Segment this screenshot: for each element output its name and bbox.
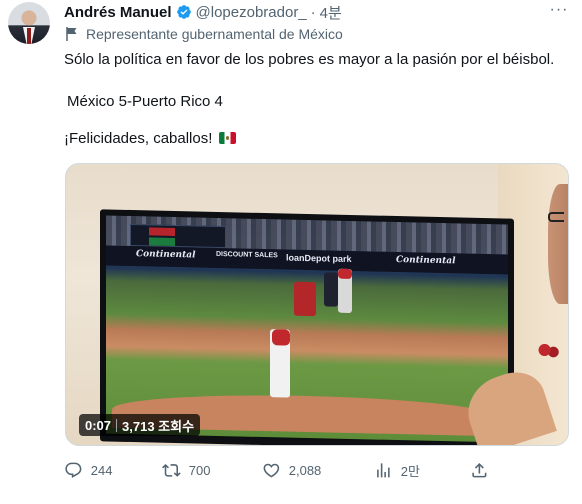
tweet-line-1: Sólo la política en favor de los pobres … xyxy=(64,51,555,68)
heart-icon xyxy=(263,463,280,478)
like-button[interactable]: 2,088 xyxy=(262,458,321,482)
views-button[interactable]: 2만 xyxy=(374,458,420,482)
viewer-face xyxy=(548,184,568,304)
avatar[interactable] xyxy=(8,2,50,44)
reply-icon xyxy=(65,462,82,478)
video-time-badge: 0:07 3,713 조회수 xyxy=(79,414,201,436)
affiliation-text: Representante gubernamental de México xyxy=(86,26,343,42)
video-views: 3,713 조회수 xyxy=(122,418,195,434)
author-name[interactable]: Andrés Manuel xyxy=(64,4,172,21)
scorebug xyxy=(130,223,226,249)
views-count: 2만 xyxy=(400,463,420,479)
billboard-text-3: loanDepot park xyxy=(286,252,352,265)
avatar-tie xyxy=(27,28,31,44)
reply-button[interactable]: 244 xyxy=(64,458,112,482)
retweet-button[interactable]: 700 xyxy=(162,458,210,482)
billboard-text-4: Continental xyxy=(396,255,456,267)
action-bar: 244 700 2,088 2만 xyxy=(64,458,494,482)
badge-divider xyxy=(116,418,118,432)
tweet-header: Andrés Manuel @lopezobrador_ · 4분 xyxy=(64,2,342,22)
tweet-line-2: México 5-Puerto Rico 4 xyxy=(67,93,223,110)
scorebug-team-2 xyxy=(149,237,175,247)
flowers xyxy=(538,342,560,362)
retweet-count: 700 xyxy=(188,462,211,478)
video-player[interactable]: Continental DISCOUNT SALES loanDepot par… xyxy=(65,163,569,446)
mexico-flag-icon xyxy=(218,132,236,144)
share-icon xyxy=(472,462,487,478)
video-elapsed: 0:07 xyxy=(85,417,112,433)
catcher xyxy=(294,281,316,317)
more-options-button[interactable]: ··· xyxy=(548,2,570,22)
tweet-line-3-text: ¡Felicidades, caballos! xyxy=(64,130,213,147)
views-chart-icon xyxy=(377,462,390,478)
television: Continental DISCOUNT SALES loanDepot par… xyxy=(100,209,514,445)
billboard-text-1: Continental xyxy=(136,249,196,261)
like-count: 2,088 xyxy=(288,462,322,478)
batter xyxy=(338,268,352,314)
verified-badge-icon xyxy=(176,5,191,19)
reply-count: 244 xyxy=(90,462,113,478)
author-handle[interactable]: @lopezobrador_ xyxy=(196,4,307,21)
separator-dot: · xyxy=(310,3,316,21)
umpire xyxy=(324,272,338,307)
timestamp[interactable]: 4분 xyxy=(320,2,342,23)
government-flag-icon xyxy=(66,27,77,41)
share-button[interactable] xyxy=(470,458,497,482)
pitcher xyxy=(270,329,290,398)
billboard-text-2: DISCOUNT SALES xyxy=(216,250,278,260)
retweet-icon xyxy=(162,463,181,477)
tv-screen: Continental DISCOUNT SALES loanDepot par… xyxy=(106,215,508,443)
scorebug-team-1 xyxy=(149,227,175,237)
viewer-glasses xyxy=(548,212,564,222)
affiliation-label: Representante gubernamental de México xyxy=(66,26,343,42)
tweet-line-3: ¡Felicidades, caballos! xyxy=(64,129,236,149)
